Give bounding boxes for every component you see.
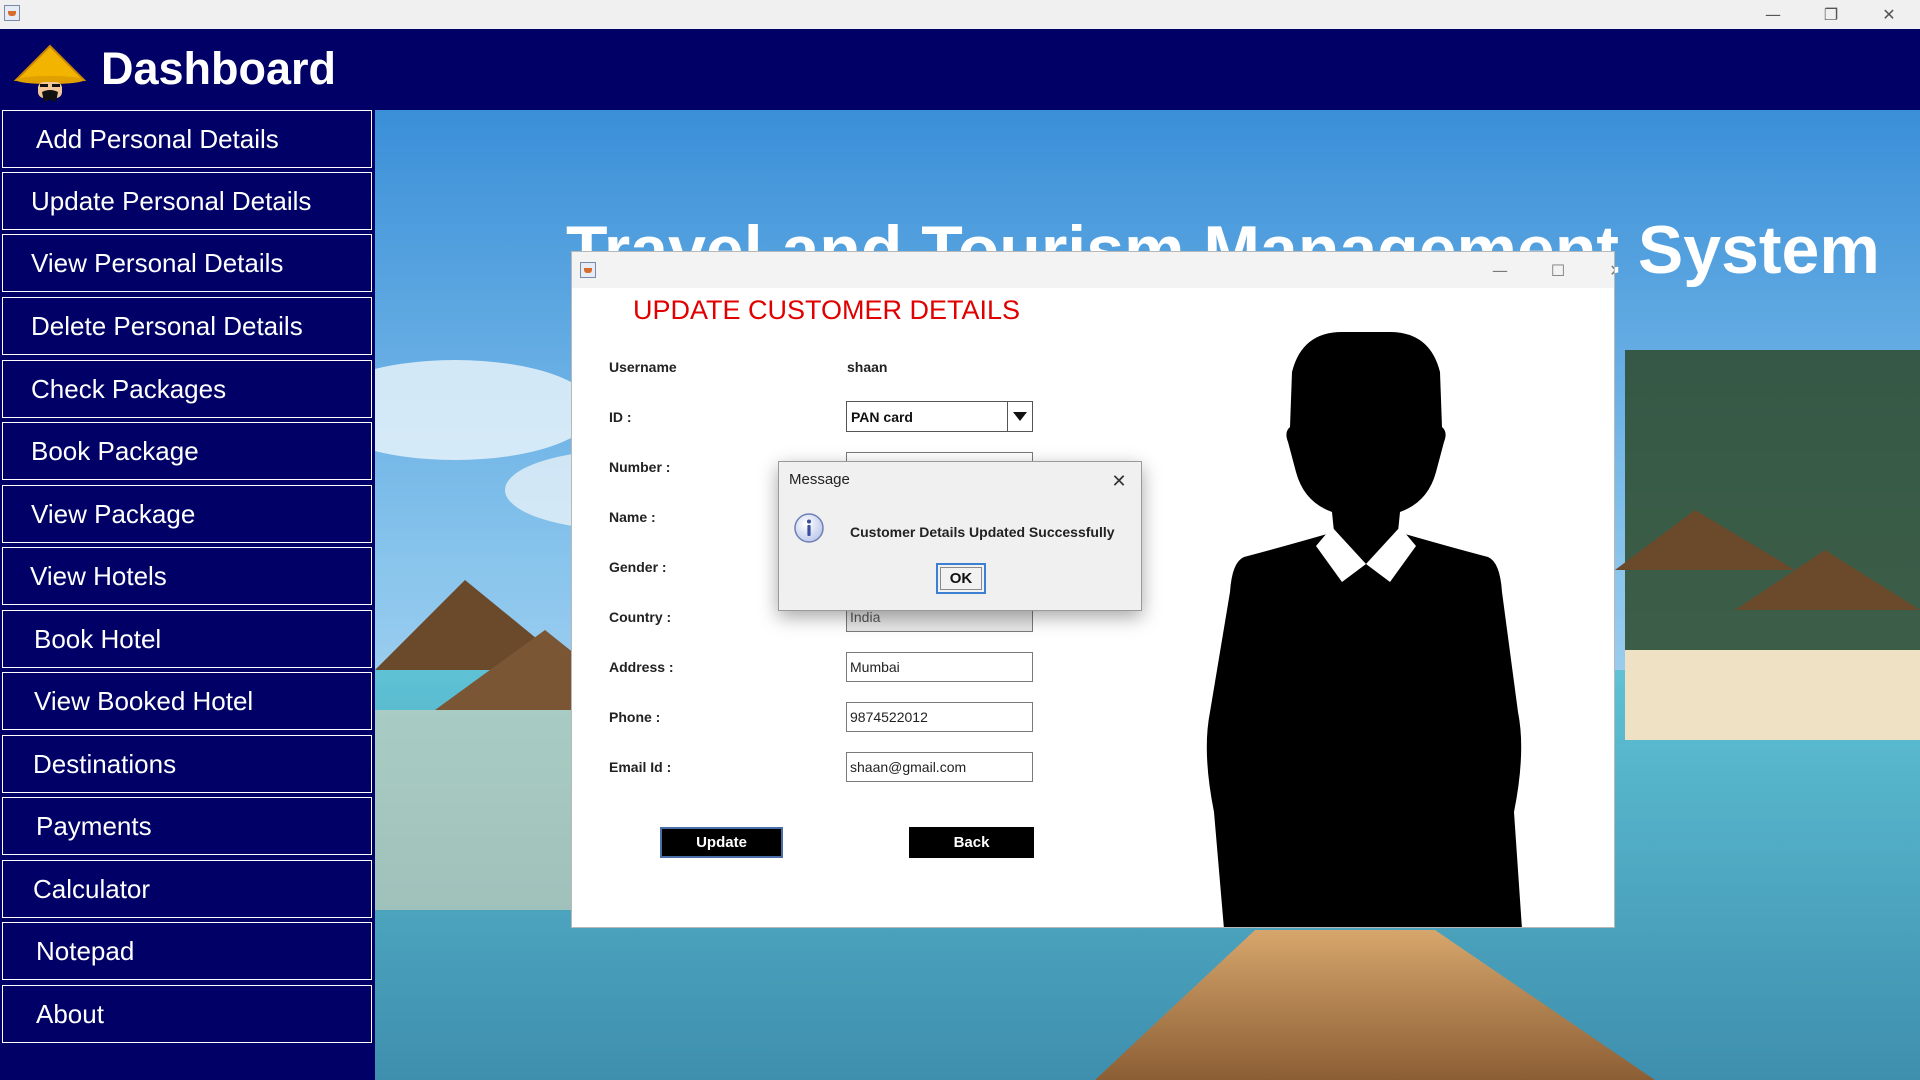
sidebar-item-label: Delete Personal Details [31,310,303,341]
sidebar-item-delete-personal-details[interactable]: Delete Personal Details [2,297,372,355]
java-app-icon [4,5,20,21]
sidebar-item-view-booked-hotel[interactable]: View Booked Hotel [2,672,372,730]
sidebar-item-check-packages[interactable]: Check Packages [2,360,372,418]
chevron-down-icon[interactable] [1007,402,1032,431]
sidebar-item-label: About [36,998,104,1029]
address-field[interactable] [846,652,1033,682]
username-value: shaan [847,359,888,375]
straw-hat-traveler-icon [14,44,86,102]
sidebar-item-payments[interactable]: Payments [2,797,372,855]
username-label: Username [609,359,677,375]
sidebar-item-add-personal-details[interactable]: Add Personal Details [2,110,372,168]
sidebar-item-update-personal-details[interactable]: Update Personal Details [2,172,372,230]
info-icon [794,513,824,543]
window-minimize-button[interactable]: — [1471,252,1529,288]
os-close-button[interactable]: ✕ [1860,0,1918,29]
message-dialog: Message ✕ Customer Details Updated Succe… [778,461,1142,611]
os-minimize-button[interactable]: — [1744,0,1802,29]
window-maximize-button[interactable]: ☐ [1529,252,1587,288]
sidebar-item-label: Update Personal Details [31,185,312,216]
form-heading: UPDATE CUSTOMER DETAILS [633,295,1021,325]
email-label: Email Id : [609,759,672,775]
sidebar-item-destinations[interactable]: Destinations [2,735,372,793]
id-type-select[interactable]: PAN card [846,401,1033,432]
customer-silhouette-image [1206,332,1522,927]
dialog-title: Message [789,471,850,488]
update-button[interactable]: Update [660,827,783,858]
dialog-close-button[interactable]: ✕ [1097,462,1141,500]
gender-label: Gender : [609,559,667,575]
dashboard-header: Dashboard [0,29,1920,110]
sidebar-item-calculator[interactable]: Calculator [2,860,372,918]
back-button[interactable]: Back [909,827,1034,858]
sidebar-item-label: Destinations [33,748,177,779]
sidebar-item-notepad[interactable]: Notepad [2,922,372,980]
sidebar-item-book-package[interactable]: Book Package [2,422,372,480]
os-restore-button[interactable]: ❐ [1802,0,1860,29]
sidebar-item-label: View Personal Details [31,247,284,278]
sidebar-item-view-personal-details[interactable]: View Personal Details [2,234,372,292]
sidebar-item-view-package[interactable]: View Package [2,485,372,543]
sidebar: Add Personal Details Update Personal Det… [0,110,375,1080]
phone-field[interactable] [846,702,1033,732]
window-close-button[interactable]: ✕ [1587,252,1614,288]
sidebar-item-label: Book Package [31,435,199,466]
sidebar-item-label: Notepad [36,935,135,966]
sidebar-item-book-hotel[interactable]: Book Hotel [2,610,372,668]
number-label: Number : [609,459,671,475]
window-title-bar: — ☐ ✕ [572,252,1614,288]
sidebar-item-label: Add Personal Details [36,123,279,154]
dashboard-title: Dashboard [101,43,337,94]
email-field[interactable] [846,752,1033,782]
id-label: ID : [609,409,632,425]
dialog-message: Customer Details Updated Successfully [850,524,1115,540]
sidebar-item-about[interactable]: About [2,985,372,1043]
sidebar-item-label: View Package [31,498,196,529]
sidebar-item-label: Calculator [33,873,151,904]
sidebar-item-label: View Hotels [30,560,167,591]
sidebar-item-view-hotels[interactable]: View Hotels [2,547,372,605]
address-label: Address : [609,659,674,675]
phone-label: Phone : [609,709,661,725]
sidebar-item-label: Check Packages [31,373,227,404]
os-title-bar: — ❐ ✕ [0,0,1920,29]
country-label: Country : [609,609,672,625]
sidebar-item-label: Payments [36,810,152,841]
id-type-selected: PAN card [851,409,913,425]
java-app-icon [580,262,596,278]
name-label: Name : [609,509,656,525]
ok-button[interactable]: OK [936,563,986,594]
sidebar-item-label: Book Hotel [34,623,162,654]
sidebar-item-label: View Booked Hotel [34,685,254,716]
